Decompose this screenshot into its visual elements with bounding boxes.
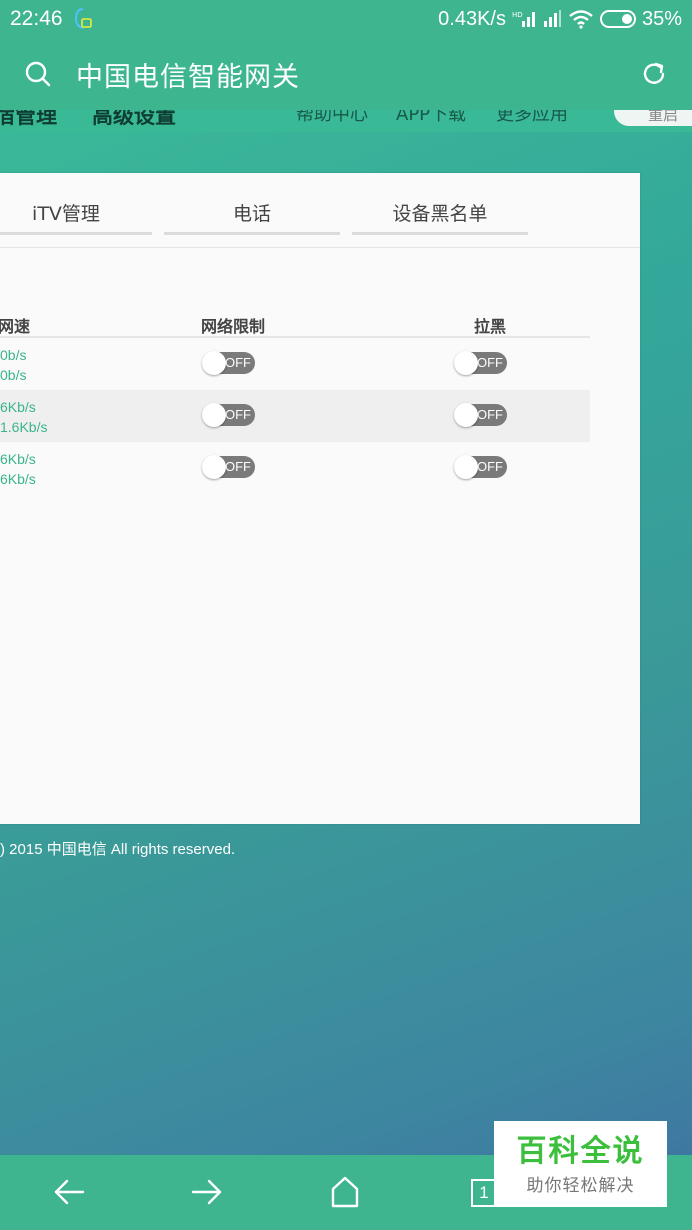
header-block: 拉黑 — [474, 317, 507, 336]
svg-text:HD: HD — [512, 11, 523, 19]
tab-itv[interactable]: iTV管理 — [0, 195, 152, 235]
nav-item-more-apps[interactable]: 更多应用 — [496, 110, 568, 126]
browser-address-bar: 中国电信智能网关 — [0, 38, 692, 110]
copyright-text: ) 2015 中国电信 All rights reserved. — [0, 841, 236, 858]
network-limit-toggle[interactable]: OFF — [202, 351, 255, 375]
toggle-label: OFF — [225, 407, 251, 422]
network-limit-toggle[interactable]: OFF — [202, 455, 255, 479]
nav-item-app-download[interactable]: APP下载 — [396, 110, 466, 126]
speed-cell: 6Kb/s 1.6Kb/s — [0, 397, 47, 437]
tab-device-blacklist[interactable]: 设备黑名单 — [352, 195, 528, 235]
back-arrow-icon[interactable] — [51, 1174, 87, 1210]
forward-arrow-icon[interactable] — [189, 1174, 225, 1210]
page-title[interactable]: 中国电信智能网关 — [76, 55, 300, 94]
search-icon[interactable] — [24, 60, 52, 88]
toggle-label: OFF — [477, 459, 503, 474]
speed-down: 0b/s — [0, 367, 27, 383]
speed-up: 6Kb/s — [0, 399, 36, 415]
block-toggle[interactable]: OFF — [454, 351, 507, 375]
speed-down: 6Kb/s — [0, 471, 36, 487]
home-icon[interactable] — [327, 1174, 363, 1210]
status-time: 22:46 — [10, 7, 63, 30]
reboot-button[interactable]: 重启 — [614, 110, 692, 126]
network-speed: 0.43K/s — [438, 7, 506, 30]
refresh-icon[interactable] — [640, 60, 668, 88]
toggle-label: OFF — [225, 355, 251, 370]
device-table: 网速 网络限制 拉黑 0b/s 0b/s OFF OFF 6Kb/s 1.6Kb… — [0, 311, 590, 494]
wifi-icon — [569, 10, 593, 29]
speed-cell: 6Kb/s 6Kb/s — [0, 449, 36, 489]
speed-up: 0b/s — [0, 347, 27, 363]
block-toggle[interactable]: OFF — [454, 403, 507, 427]
battery-icon — [599, 10, 636, 28]
table-row: 6Kb/s 1.6Kb/s OFF OFF — [0, 390, 590, 442]
speed-cell: 0b/s 0b/s — [0, 345, 26, 385]
block-toggle[interactable]: OFF — [454, 455, 507, 479]
tab-bar: iTV管理 电话 设备黑名单 — [0, 173, 640, 248]
header-network-limit: 网络限制 — [201, 317, 266, 336]
nav-item-management[interactable]: 宿管理 — [0, 110, 57, 130]
signal-icon — [543, 10, 561, 27]
table-header: 网速 网络限制 拉黑 — [0, 311, 590, 338]
network-limit-toggle[interactable]: OFF — [202, 403, 255, 427]
speed-down: 1.6Kb/s — [0, 419, 48, 435]
header-speed: 网速 — [0, 317, 31, 336]
toggle-label: OFF — [477, 407, 503, 422]
nav-item-help[interactable]: 帮助中心 — [296, 110, 368, 126]
watermark-subtitle: 助你轻松解决 — [526, 1176, 635, 1196]
battery-percent: 35% — [641, 7, 682, 30]
site-nav: 宿管理 高级设置 帮助中心 APP下载 更多应用 重启 — [0, 110, 692, 132]
table-row: 0b/s 0b/s OFF OFF — [0, 338, 590, 390]
speed-up: 6Kb/s — [0, 451, 36, 467]
content-card: iTV管理 电话 设备黑名单 网速 网络限制 拉黑 0b/s 0b/s OFF … — [0, 173, 640, 824]
table-row: 6Kb/s 6Kb/s OFF OFF — [0, 442, 590, 494]
toggle-label: OFF — [477, 355, 503, 370]
tab-phone[interactable]: 电话 — [164, 195, 340, 235]
signal-hd-icon: HD — [512, 11, 535, 27]
toggle-label: OFF — [225, 459, 251, 474]
nav-item-advanced-settings[interactable]: 高级设置 — [92, 110, 176, 130]
watermark-title: 百科全说 — [516, 1134, 645, 1169]
notification-app-icon — [74, 8, 92, 29]
watermark-logo: 百科全说 助你轻松解决 — [494, 1121, 667, 1207]
status-bar: 22:46 0.43K/s HD 35% — [0, 0, 692, 38]
